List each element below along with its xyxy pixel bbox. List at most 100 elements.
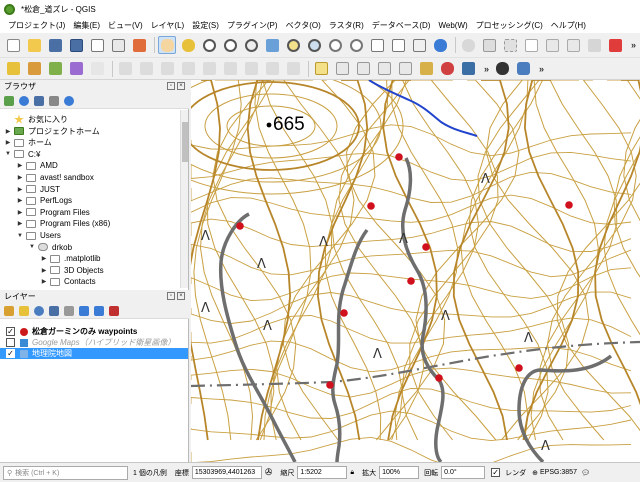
map-svg[interactable]: Λ Λ Λ Λ Λ Λ Λ Λ Λ Λ Λ 665 [191,80,640,462]
browser-item[interactable]: ▶ 3D Objects [40,265,104,276]
label-show-hide-icon[interactable] [354,60,372,78]
lock-scale-icon[interactable]: 🔒︎ [350,469,354,477]
refresh-icon[interactable] [431,36,449,54]
identify-icon[interactable] [459,36,477,54]
select-features-icon[interactable] [501,36,519,54]
filter-expression-icon[interactable] [64,305,74,316]
filter-legend-icon[interactable] [49,305,59,316]
copy-features-icon[interactable] [221,60,239,78]
layer-visibility-checkbox[interactable] [6,338,15,347]
messages-icon[interactable]: 💬︎ [581,469,590,477]
waypoint-marker[interactable] [422,243,430,251]
browser-item[interactable]: ▶ Program Files (x86) [16,218,111,229]
waypoint-marker[interactable] [515,364,523,372]
zoom-full-icon[interactable] [263,36,281,54]
label-change-icon[interactable] [417,60,435,78]
waypoint-marker[interactable] [326,381,334,389]
menu-settings[interactable]: 設定(S) [188,20,223,31]
menu-edit[interactable]: 編集(E) [69,20,104,31]
browser-item[interactable]: お気に入り [4,114,68,125]
waypoint-marker[interactable] [395,153,403,161]
statistics-icon[interactable] [564,36,582,54]
browser-item[interactable]: ▶ Contacts [40,276,96,287]
bookmark-icon[interactable] [410,36,428,54]
collapse-all-layers-icon[interactable] [94,305,104,316]
add-group-icon[interactable] [19,305,29,316]
menu-layer[interactable]: レイヤ(L) [147,20,189,31]
remove-layer-icon[interactable] [109,305,119,316]
magnifier-field[interactable]: 100% [379,466,420,479]
paste-features-icon[interactable] [242,60,260,78]
layer-row[interactable]: ✓ 松倉ガーミンのみ waypoints [0,326,188,337]
browser-item[interactable]: ▼ Users [16,230,61,241]
properties-info-icon[interactable] [64,95,74,106]
zoom-out-icon[interactable] [221,36,239,54]
toolbar-overflow-chevron-icon[interactable]: » [631,40,636,50]
coordinate-field[interactable]: 15303969,4401263 [191,466,262,479]
browser-item[interactable]: ▶ .matplotlib [40,253,101,264]
layout-manager-icon[interactable] [109,36,127,54]
collapsed-arrow-icon[interactable]: ▶ [4,128,12,135]
measure-icon[interactable] [585,36,603,54]
browser-item[interactable]: ▶ AMD [16,160,58,171]
refresh-browser-icon[interactable] [19,95,29,106]
open-layer-styling-icon[interactable] [4,305,14,316]
browser-item[interactable]: ▶ JUST [16,184,60,195]
new-3d-view-icon[interactable] [389,36,407,54]
layer-row[interactable]: ✓ 地理院地図 [0,348,188,359]
coordinate-toggle-icon[interactable]: ✇ [265,467,273,478]
python-console-icon[interactable] [514,60,532,78]
collapsed-arrow-icon[interactable]: ▶ [16,209,24,216]
delete-selected-icon[interactable] [179,60,197,78]
zoom-to-selection-icon[interactable] [284,36,302,54]
browser-item[interactable]: ▶ Program Files [16,207,90,218]
layer-row[interactable]: Google Maps（ハイブリッド衛星画像） [0,337,188,348]
browser-item[interactable]: ▶ PerfLogs [16,195,72,206]
save-edits-icon[interactable] [116,60,134,78]
plugin-binoculars-icon[interactable] [493,60,511,78]
collapsed-arrow-icon[interactable]: ▶ [16,186,24,193]
collapsed-arrow-icon[interactable]: ▶ [40,278,48,285]
render-checkbox[interactable]: ✓ [491,468,501,477]
zoom-native-icon[interactable] [242,36,260,54]
toolbar3-overflow-chevron-icon[interactable]: » [539,64,544,74]
close-panel-icon[interactable]: × [177,82,185,90]
close-panel-icon[interactable]: × [177,292,185,300]
rotation-field[interactable]: 0.0° [441,466,486,479]
undo-icon[interactable] [263,60,281,78]
expanded-arrow-icon[interactable]: ▼ [28,244,36,250]
browser-item[interactable]: ▶ プロジェクトホーム [4,126,100,137]
browser-item[interactable]: ▶ ホーム [4,137,52,148]
add-feature-icon[interactable] [137,60,155,78]
collapse-all-icon[interactable] [49,95,59,106]
collapsed-arrow-icon[interactable]: ▶ [16,162,24,169]
scale-field[interactable]: 1:5202 [297,466,348,479]
annotation-icon[interactable] [606,36,624,54]
open-project-icon[interactable] [25,36,43,54]
redo-icon[interactable] [284,60,302,78]
collapsed-arrow-icon[interactable]: ▶ [40,267,48,274]
expand-all-icon[interactable] [79,305,89,316]
locator-search-input[interactable]: ⚲ 検索 (Ctrl + K) [3,465,128,480]
zoom-in-icon[interactable] [200,36,218,54]
menu-processing[interactable]: プロセッシング(C) [472,20,547,31]
menu-raster[interactable]: ラスタ(R) [325,20,368,31]
deselect-icon[interactable] [522,36,540,54]
new-geopackage-icon[interactable] [25,60,43,78]
vertex-tool-icon[interactable] [158,60,176,78]
diagram-icon[interactable] [438,60,456,78]
layer-visibility-checkbox[interactable]: ✓ [6,327,15,336]
collapsed-arrow-icon[interactable]: ▶ [4,139,12,146]
python-icon[interactable] [459,60,477,78]
map-canvas[interactable]: Λ Λ Λ Λ Λ Λ Λ Λ Λ Λ Λ 665 [191,80,640,462]
browser-item[interactable]: ▶ avast! sandbox [16,172,94,183]
label-tool-icon[interactable] [312,60,330,78]
save-project-icon[interactable] [46,36,64,54]
field-calculator-icon[interactable] [543,36,561,54]
toolbar2-overflow-chevron-icon[interactable]: » [484,64,489,74]
expanded-arrow-icon[interactable]: ▼ [4,151,12,157]
waypoint-marker[interactable] [565,201,573,209]
menu-view[interactable]: ビュー(V) [104,20,147,31]
zoom-last-icon[interactable] [326,36,344,54]
manage-map-themes-icon[interactable] [34,305,44,316]
